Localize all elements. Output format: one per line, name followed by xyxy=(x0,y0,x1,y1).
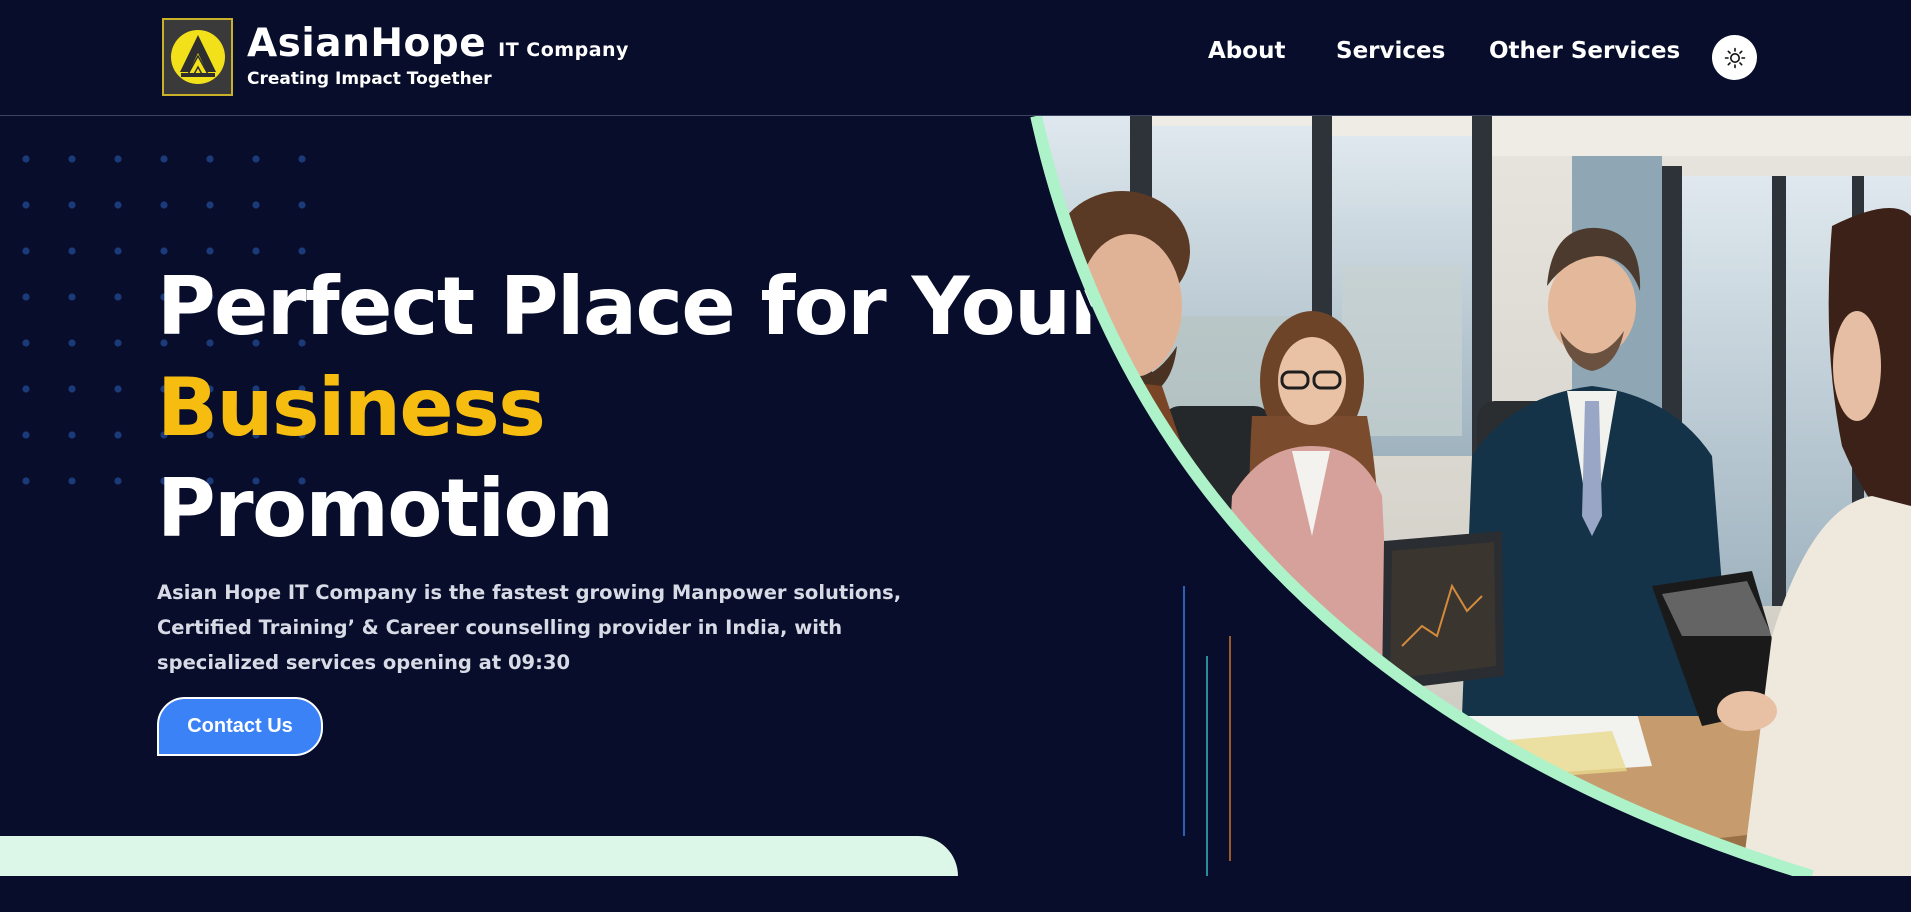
brand-subtitle: IT Company xyxy=(498,38,629,61)
site-header: AsianHope IT Company Creating Impact Tog… xyxy=(0,0,1911,116)
company-logo-icon xyxy=(162,18,233,96)
theme-toggle-button[interactable] xyxy=(1712,35,1757,80)
nav-about[interactable]: About xyxy=(1208,38,1285,64)
brand[interactable]: AsianHope IT Company Creating Impact Tog… xyxy=(162,18,629,96)
brand-name: AsianHope xyxy=(247,20,487,66)
nav-other-services[interactable]: Other Services xyxy=(1489,38,1680,64)
sun-icon xyxy=(1724,47,1745,68)
nav-services[interactable]: Services xyxy=(1336,38,1445,64)
headline-accent: Business xyxy=(157,361,546,454)
business-meeting-photo xyxy=(1026,116,1911,876)
headline-line-3: Promotion xyxy=(157,462,614,555)
hero-headline: Perfect Place for Your Business Promotio… xyxy=(157,256,1109,559)
headline-line-1: Perfect Place for Your xyxy=(157,260,1109,353)
hero-description: Asian Hope IT Company is the fastest gro… xyxy=(157,581,902,674)
brand-tagline: Creating Impact Together xyxy=(247,68,492,89)
mint-footer-bar xyxy=(0,836,958,876)
brand-text: AsianHope IT Company Creating Impact Tog… xyxy=(247,20,629,89)
contact-us-button[interactable]: Contact Us xyxy=(157,697,323,756)
